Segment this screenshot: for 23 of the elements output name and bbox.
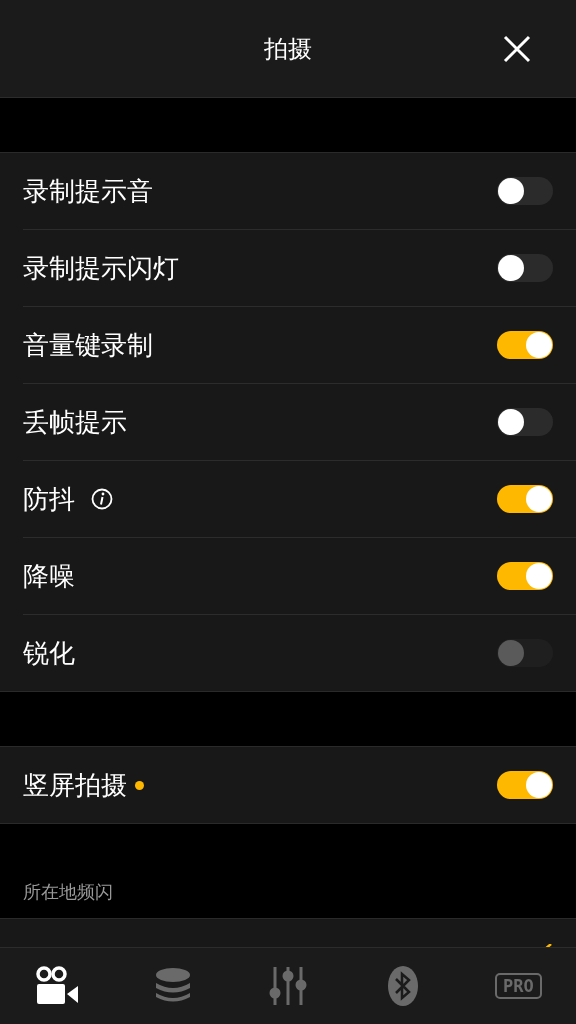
info-icon[interactable] (91, 488, 113, 510)
section-caption: 所在地频闪 (23, 880, 114, 904)
toggle-switch[interactable] (497, 771, 553, 799)
toggle-switch[interactable] (497, 331, 553, 359)
setting-label: 录制提示音 (23, 174, 153, 208)
setting-label: 丢帧提示 (23, 405, 127, 439)
setting-label: 降噪 (23, 559, 75, 593)
setting-label: 锐化 (23, 636, 75, 670)
toggle-switch[interactable] (497, 485, 553, 513)
sliders-icon (269, 966, 307, 1006)
toggle-switch[interactable] (497, 562, 553, 590)
setting-label: 音量键录制 (23, 328, 153, 362)
toggle-switch[interactable] (497, 408, 553, 436)
setting-label: 录制提示闪灯 (23, 251, 179, 285)
toggle-switch[interactable] (497, 177, 553, 205)
video-camera-icon (34, 966, 81, 1006)
page-title: 拍摄 (264, 33, 312, 65)
tab[interactable]: PRO (460, 948, 576, 1024)
bluetooth-icon (387, 965, 420, 1007)
close-icon (503, 35, 531, 63)
setting-label: 防抖 (23, 482, 75, 516)
toggle-switch[interactable] (497, 254, 553, 282)
setting-label: 竖屏拍摄 (23, 768, 127, 802)
